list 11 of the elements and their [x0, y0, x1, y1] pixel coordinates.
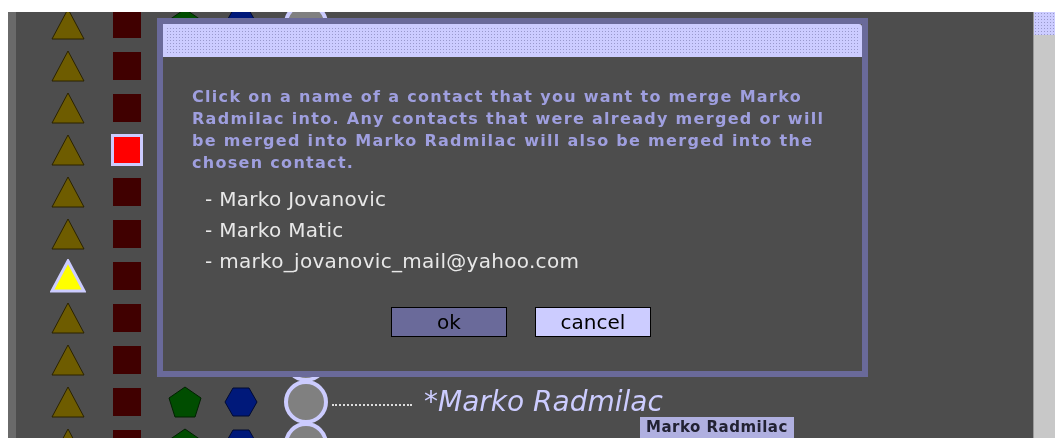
merge-instructions: Click on a name of a contact that you want to merge Marko Radmilac into. Any contacts that were already merged or will be merged into Marko Radmilac will also be merged into the chosen contact. — [192, 86, 826, 174]
contact-option[interactable]: - marko_jovanovic_mail@yahoo.com — [205, 246, 833, 277]
tooltip: Marko Radmilac — [640, 417, 794, 438]
contact-option[interactable]: - Marko Jovanovic — [205, 184, 833, 215]
scrollbar[interactable] — [1033, 12, 1055, 438]
dialog-title-bar[interactable] — [163, 24, 862, 57]
contact-option[interactable]: - Marko Matic — [205, 215, 833, 246]
square-icon[interactable] — [111, 134, 143, 166]
scrollbar-thumb[interactable] — [1034, 12, 1055, 35]
cancel-button[interactable]: cancel — [535, 307, 651, 337]
ok-button[interactable]: ok — [391, 307, 507, 337]
